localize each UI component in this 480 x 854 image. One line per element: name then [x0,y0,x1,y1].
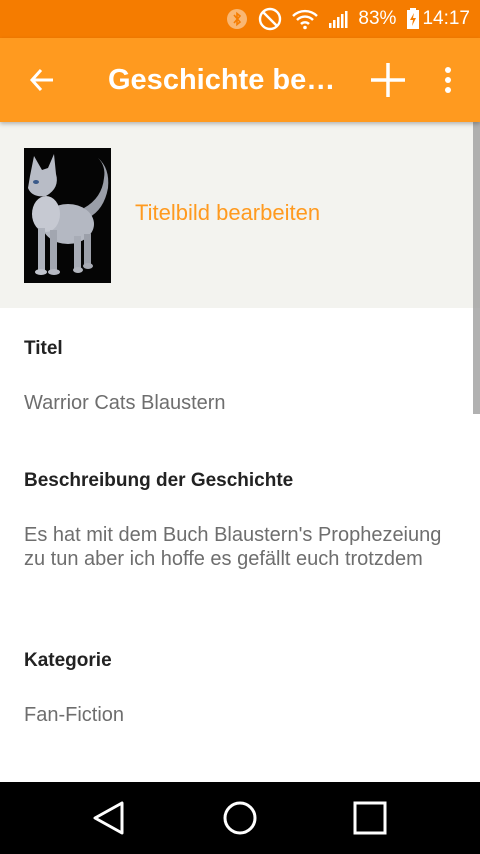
category-field[interactable]: Fan-Fiction [24,703,454,727]
category-label: Kategorie [24,650,112,671]
nav-recents-button[interactable] [342,796,398,840]
battery-percent: 83% [358,8,397,29]
description-label: Beschreibung der Geschichte [24,470,294,491]
nav-back-button[interactable] [81,796,137,840]
title-label: Titel [24,338,63,359]
nav-home-icon [223,801,257,835]
description-field[interactable]: Es hat mit dem Buch Blaustern's Propheze… [24,523,454,571]
add-button[interactable] [358,50,418,110]
signal-icon [328,9,348,29]
edit-cover-link[interactable]: Titelbild bearbeiten [135,200,320,226]
status-bar: 83% 14:17 [0,0,480,38]
bluetooth-icon [226,8,248,30]
navigation-bar [0,782,480,854]
cover-image[interactable] [24,148,111,283]
wifi-icon [292,8,319,30]
nav-recents-icon [353,801,387,835]
nav-back-icon [93,801,124,835]
back-arrow-icon [29,68,53,92]
scrollbar[interactable] [473,122,480,414]
do-not-disturb-icon [258,7,282,31]
battery-icon [406,8,420,30]
title-field[interactable]: Warrior Cats Blaustern [24,391,454,415]
more-options-button[interactable] [426,50,470,110]
page-title: Geschichte bearbeiten [108,63,340,96]
nav-home-button[interactable] [212,796,268,840]
back-button[interactable] [0,38,84,122]
more-vert-icon [445,67,451,93]
app-bar: Geschichte bearbeiten [0,38,480,122]
clock: 14:17 [422,8,470,29]
plus-icon [371,63,405,97]
cover-section: Titelbild bearbeiten [0,122,480,308]
